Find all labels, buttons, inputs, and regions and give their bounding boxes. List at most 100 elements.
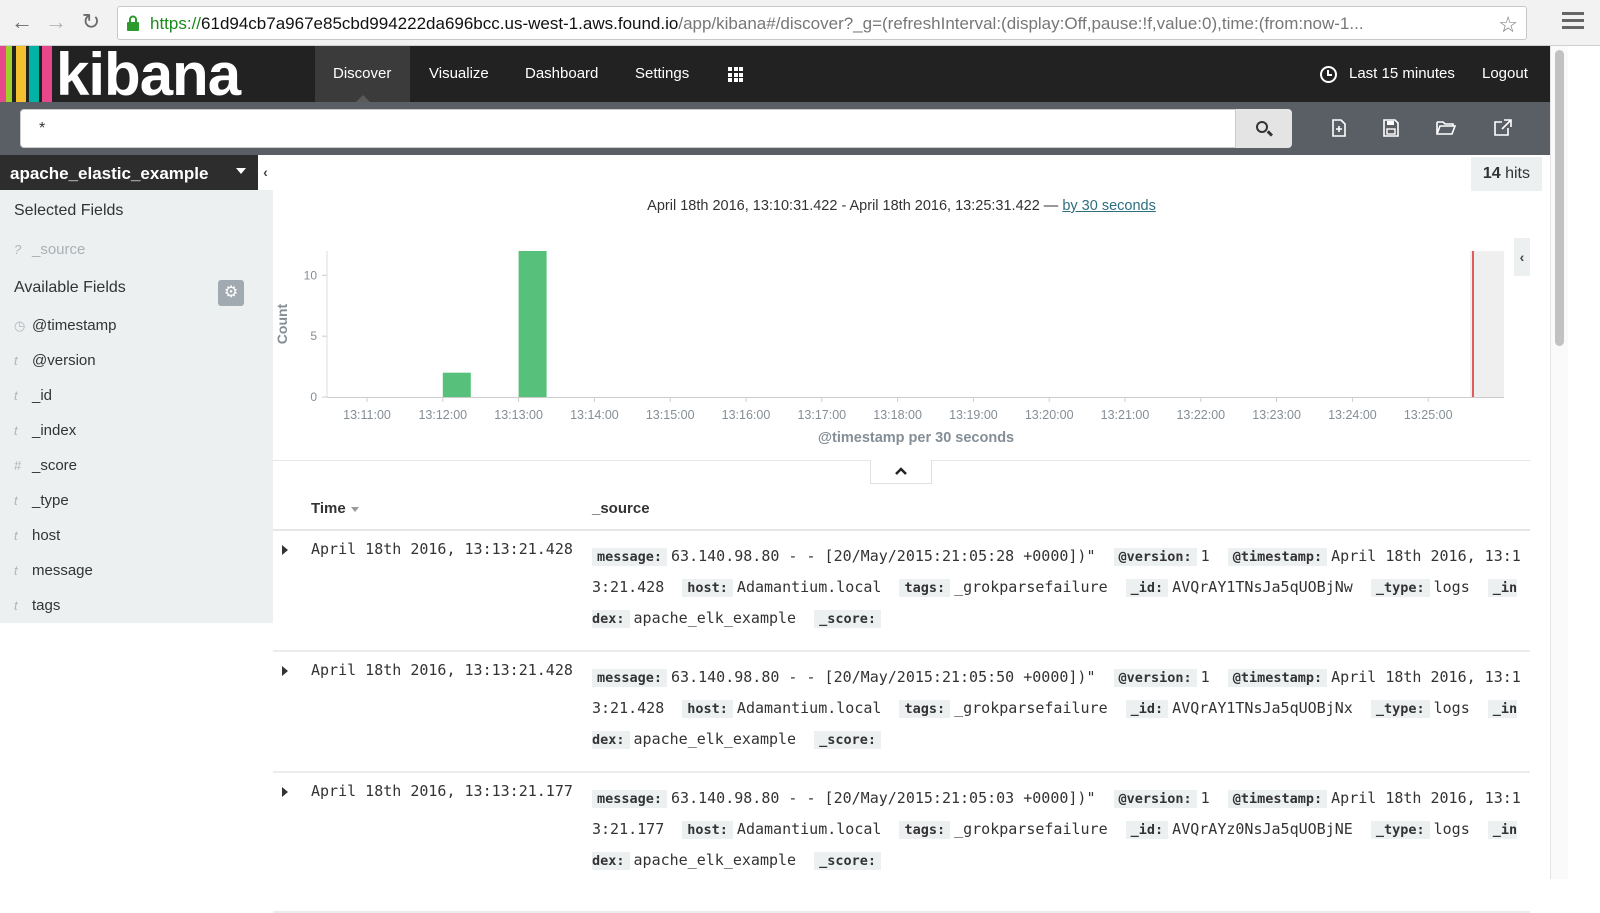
kibana-logo[interactable]: kibana bbox=[56, 40, 241, 109]
field-value: 1 bbox=[1200, 668, 1210, 686]
x-tick-label: 13:23:00 bbox=[1252, 408, 1301, 422]
x-tick-label: 13:21:00 bbox=[1101, 408, 1150, 422]
date-range-label: April 18th 2016, 13:10:31.422 - April 18… bbox=[647, 198, 1156, 214]
forward-icon[interactable]: → bbox=[44, 10, 68, 34]
x-tick-label: 13:17:00 bbox=[797, 408, 846, 422]
field-key: _score: bbox=[814, 731, 882, 749]
field-key: tags: bbox=[899, 700, 951, 718]
nav-visualize[interactable]: Visualize bbox=[411, 46, 507, 102]
column-header-time[interactable]: Time bbox=[311, 500, 359, 517]
field-key: tags: bbox=[899, 579, 951, 597]
field-value: Adamantium.local bbox=[736, 578, 882, 596]
expand-row-icon[interactable] bbox=[282, 666, 288, 676]
share-icon[interactable] bbox=[1493, 119, 1513, 137]
reload-icon[interactable]: ↻ bbox=[79, 10, 103, 34]
field-item[interactable]: t _id bbox=[14, 387, 52, 404]
collapse-sidebar-icon[interactable]: ‹ bbox=[258, 155, 273, 190]
nav-settings[interactable]: Settings bbox=[617, 46, 707, 102]
apps-grid-icon[interactable] bbox=[728, 67, 743, 82]
discover-main: 14 hits April 18th 2016, 13:10:31.422 - … bbox=[273, 155, 1550, 913]
field-value: logs bbox=[1433, 578, 1470, 596]
index-pattern-name: apache_elastic_example bbox=[10, 164, 209, 183]
caret-down-icon bbox=[236, 168, 246, 174]
lock-icon bbox=[127, 15, 139, 31]
gear-icon[interactable]: ⚙ bbox=[218, 280, 244, 306]
field-value: _grokparsefailure bbox=[954, 578, 1108, 596]
field-item[interactable]: t _index bbox=[14, 422, 76, 439]
hits-counter: 14 hits bbox=[1470, 157, 1542, 191]
field-item[interactable]: # _score bbox=[14, 457, 77, 474]
future-region bbox=[1470, 251, 1504, 397]
field-key: @timestamp: bbox=[1227, 548, 1328, 566]
interval-link[interactable]: by 30 seconds bbox=[1062, 198, 1156, 214]
field-value: apache_elk_example bbox=[633, 851, 797, 869]
bookmark-star-icon[interactable]: ☆ bbox=[1498, 12, 1518, 38]
new-search-icon[interactable] bbox=[1329, 119, 1349, 137]
x-tick-label: 13:16:00 bbox=[722, 408, 771, 422]
histogram-chart: 0 5 10 Count 13:11:00 13:12:00 13:13:00 13:14:0… bbox=[274, 251, 1504, 446]
field-item[interactable]: t _type bbox=[14, 492, 69, 509]
y-tick-label: 5 bbox=[310, 329, 317, 343]
expand-row-icon[interactable] bbox=[282, 545, 288, 555]
expand-row-icon[interactable] bbox=[282, 787, 288, 797]
field-key: @version: bbox=[1113, 790, 1197, 808]
nav-dashboard[interactable]: Dashboard bbox=[507, 46, 616, 102]
table-row[interactable]: April 18th 2016, 13:13:21.428 message: 63.… bbox=[273, 652, 1530, 773]
field-item[interactable]: t host bbox=[14, 527, 60, 544]
collapse-chart-icon[interactable]: ‹ bbox=[1514, 238, 1530, 276]
field-item[interactable]: ? _source bbox=[14, 241, 85, 258]
index-pattern-selector[interactable]: apache_elastic_example bbox=[0, 155, 258, 190]
x-tick-label: 13:19:00 bbox=[949, 408, 998, 422]
histogram-bar bbox=[518, 251, 547, 397]
x-tick-label: 13:15:00 bbox=[646, 408, 695, 422]
table-row[interactable]: April 18th 2016, 13:13:21.177 message: 63.… bbox=[273, 773, 1530, 913]
field-key: @timestamp: bbox=[1227, 669, 1328, 687]
field-value: AVQrAY1TNsJa5qUOBjNw bbox=[1172, 578, 1353, 596]
nav-discover[interactable]: Discover bbox=[315, 46, 410, 102]
toggle-chart-button[interactable] bbox=[870, 460, 932, 484]
field-key: host: bbox=[682, 700, 733, 718]
x-tick-label: 13:18:00 bbox=[873, 408, 922, 422]
field-value: 1 bbox=[1200, 547, 1210, 565]
x-axis-label: @timestamp per 30 seconds bbox=[818, 430, 1014, 446]
search-input[interactable] bbox=[20, 109, 1236, 148]
field-item[interactable]: t message bbox=[14, 562, 93, 579]
row-time: April 18th 2016, 13:13:21.428 bbox=[311, 540, 573, 558]
y-tick-label: 0 bbox=[310, 390, 317, 404]
row-time: April 18th 2016, 13:13:21.177 bbox=[311, 782, 573, 800]
field-key: tags: bbox=[899, 821, 951, 839]
field-value: AVQrAYz0NsJa5qUOBjNE bbox=[1172, 820, 1353, 838]
search-button[interactable] bbox=[1236, 109, 1292, 148]
field-item[interactable]: ◷ @timestamp bbox=[14, 317, 116, 334]
field-sidebar: apache_elastic_example ‹ Selected Fields… bbox=[0, 155, 273, 623]
x-tick-label: 13:20:00 bbox=[1025, 408, 1074, 422]
address-bar[interactable]: https://61d94cb7a967e85cbd994222da696bcc… bbox=[117, 6, 1527, 40]
column-header-source[interactable]: _source bbox=[592, 500, 650, 517]
field-value: 1 bbox=[1200, 789, 1210, 807]
field-item[interactable]: t @version bbox=[14, 352, 96, 369]
page-scrollbar[interactable] bbox=[1550, 46, 1568, 879]
field-key: message: bbox=[592, 548, 668, 566]
back-icon[interactable]: ← bbox=[10, 10, 34, 34]
sort-down-icon bbox=[350, 506, 359, 512]
histogram-bar bbox=[442, 372, 471, 397]
table-row[interactable]: April 18th 2016, 13:13:21.428 message: 63.… bbox=[273, 531, 1530, 652]
row-source: message: 63.140.98.80 - - [20/May/2015:21… bbox=[592, 783, 1522, 876]
x-tick-label: 13:13:00 bbox=[494, 408, 543, 422]
time-picker[interactable]: Last 15 minutes bbox=[1320, 46, 1455, 102]
logout-link[interactable]: Logout bbox=[1482, 46, 1528, 102]
field-key: _id: bbox=[1125, 821, 1169, 839]
field-value: 63.140.98.80 - - [20/May/2015:21:05:50 +… bbox=[671, 668, 1096, 686]
field-key: @version: bbox=[1113, 669, 1197, 687]
open-search-icon[interactable] bbox=[1436, 119, 1457, 137]
browser-menu-icon[interactable] bbox=[1562, 12, 1584, 32]
selected-fields-heading: Selected Fields bbox=[14, 202, 124, 219]
field-key: _type: bbox=[1370, 579, 1430, 597]
x-tick-label: 13:25:00 bbox=[1404, 408, 1453, 422]
field-item[interactable]: t tags bbox=[14, 597, 60, 614]
x-tick-label: 13:22:00 bbox=[1176, 408, 1225, 422]
y-tick-label: 10 bbox=[304, 268, 318, 282]
row-time: April 18th 2016, 13:13:21.428 bbox=[311, 661, 573, 679]
save-search-icon[interactable] bbox=[1381, 119, 1401, 137]
field-key: _type: bbox=[1370, 821, 1430, 839]
